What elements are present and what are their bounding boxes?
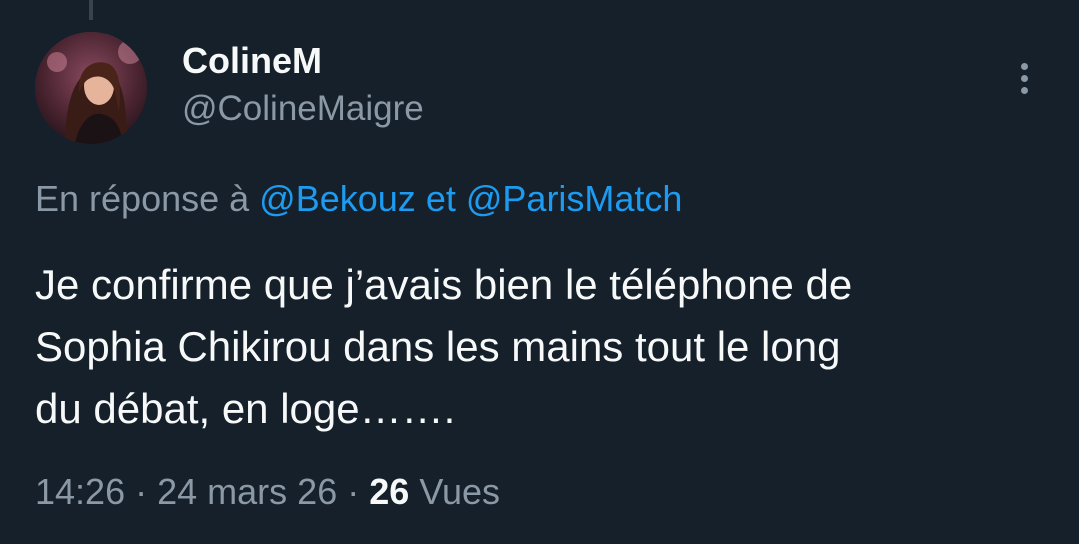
reply-context: En réponse à @Bekouz et @ParisMatch: [35, 177, 682, 221]
views-count[interactable]: 26: [369, 471, 409, 512]
avatar[interactable]: [35, 32, 147, 144]
more-vertical-icon: [1020, 62, 1028, 70]
reply-mention-bekouz[interactable]: @Bekouz: [259, 178, 416, 219]
reply-conjunction: et: [425, 178, 456, 219]
tweet-text: Je confirme que j’avais bien le téléphon…: [35, 254, 1055, 440]
meta-separator: ·: [347, 471, 360, 512]
tweet-metadata: 14:26 · 24 mars 26 · 26 Vues: [35, 470, 500, 514]
profile-photo-icon: [35, 32, 147, 144]
more-vertical-icon-dot: [1020, 74, 1028, 82]
more-vertical-icon-dot: [1020, 86, 1028, 94]
more-options-button[interactable]: [1004, 58, 1044, 98]
tweet-date[interactable]: 24 mars 26: [157, 471, 337, 512]
author-handle[interactable]: @ColineMaigre: [182, 88, 424, 130]
meta-separator: ·: [135, 471, 148, 512]
tweet-text-line: Je confirme que j’avais bien le téléphon…: [35, 261, 853, 308]
reply-prefix: En réponse à: [35, 178, 250, 219]
views-label: Vues: [419, 471, 501, 512]
tweet-text-line: Sophia Chikirou dans les mains tout le l…: [35, 323, 841, 370]
thread-connector-line: [89, 0, 93, 20]
tweet-time[interactable]: 14:26: [35, 471, 125, 512]
reply-mention-parismatch[interactable]: @ParisMatch: [466, 178, 683, 219]
tweet-text-line: du débat, en loge…….: [35, 385, 456, 432]
author-display-name[interactable]: ColineM: [182, 40, 322, 82]
